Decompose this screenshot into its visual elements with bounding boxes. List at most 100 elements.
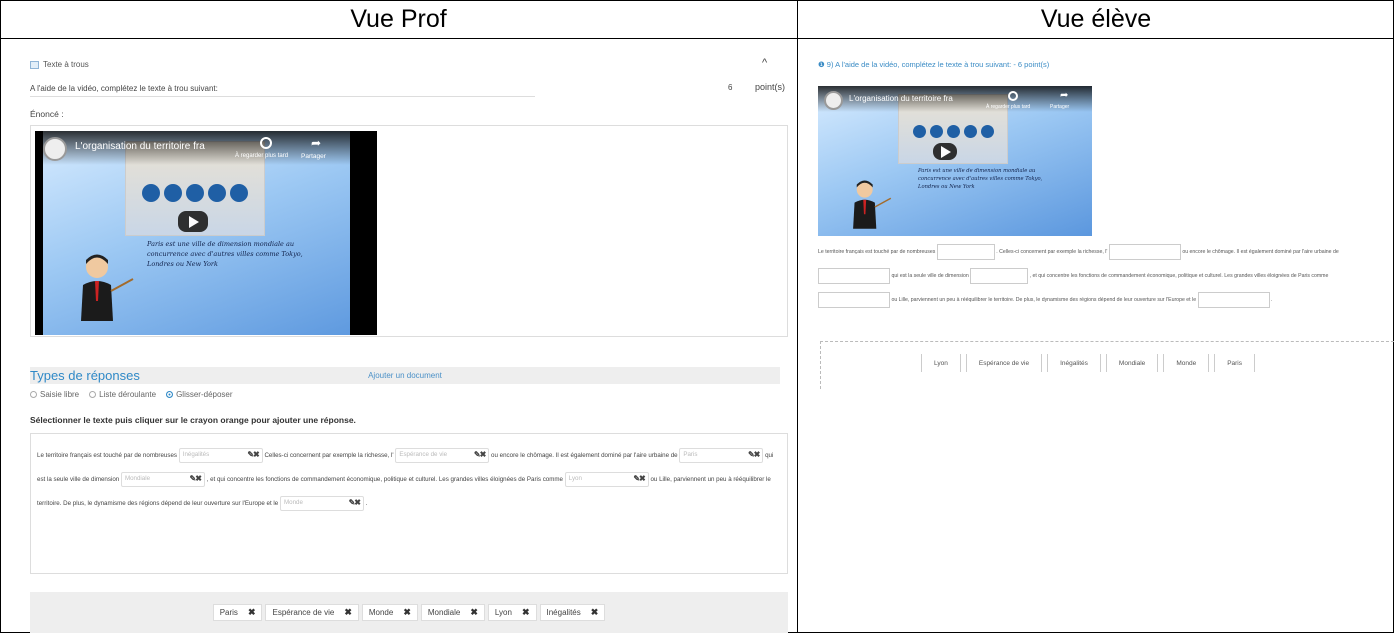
share-label: Partager bbox=[301, 153, 326, 160]
edit-remove-icon[interactable]: ✎✖ bbox=[349, 491, 361, 515]
add-document-button[interactable]: Ajouter un document bbox=[30, 367, 780, 384]
remove-icon[interactable]: ✖ bbox=[248, 607, 256, 618]
answer-bank: Paris ✖ Espérance de vie ✖ Monde ✖ Mondiale… bbox=[30, 592, 788, 633]
enonce-editor[interactable]: L'organisation du territoire franç... À … bbox=[30, 125, 788, 337]
text-segment: Le territoire français est touché par de… bbox=[37, 452, 177, 459]
watch-later-label: À regarder plus tard bbox=[235, 153, 289, 159]
radio-saisie-libre[interactable]: Saisie libre bbox=[30, 390, 79, 399]
play-button[interactable] bbox=[933, 143, 957, 160]
draggable-answer[interactable]: Inégalités bbox=[1047, 354, 1101, 372]
poster-icon bbox=[164, 184, 182, 202]
poster-icon bbox=[912, 125, 926, 138]
answer-chip[interactable]: Lyon ✖ bbox=[487, 604, 537, 621]
remove-icon[interactable]: ✖ bbox=[591, 607, 599, 618]
cloze-text: Le territoire français est touché par de… bbox=[818, 240, 1392, 312]
watch-later-icon[interactable] bbox=[1008, 91, 1018, 101]
poster-icon bbox=[946, 125, 960, 138]
remove-icon[interactable]: ✖ bbox=[403, 607, 411, 618]
radio-dot bbox=[89, 391, 97, 398]
answer-chip[interactable]: Inégalités ✖ bbox=[539, 604, 606, 621]
handwriting-line: Londres ou New York bbox=[147, 260, 218, 268]
share-icon[interactable]: ➦ bbox=[1060, 90, 1068, 101]
text-segment: qui est la seule ville de dimension bbox=[891, 273, 969, 279]
drop-zone[interactable] bbox=[1108, 243, 1181, 260]
draggable-answer[interactable]: Espérance de vie bbox=[965, 354, 1043, 372]
select-hint: Sélectionner le texte puis cliquer sur l… bbox=[30, 415, 356, 425]
draggable-answer[interactable]: Monde bbox=[1163, 354, 1210, 372]
question-title: ❶ 9) A l'aide de la vidéo, complétez le … bbox=[818, 60, 1050, 69]
draggable-answer[interactable]: Paris bbox=[1214, 354, 1255, 372]
gap-value: Mondiale bbox=[124, 475, 151, 483]
drop-zone[interactable] bbox=[970, 267, 1029, 284]
answer-chip[interactable]: Paris ✖ bbox=[212, 604, 263, 621]
cloze-text-editor[interactable]: Le territoire français est touché par de… bbox=[30, 433, 788, 574]
gap-field[interactable]: Paris ✎✖ bbox=[679, 447, 764, 463]
teacher-figure-icon bbox=[81, 254, 134, 321]
poster-icon bbox=[186, 184, 204, 202]
draggable-answer[interactable]: Lyon bbox=[921, 354, 961, 372]
handwriting-line: Paris est une ville de dimension mondial… bbox=[918, 168, 1036, 174]
answer-bank: Lyon Espérance de vie Inégalités Mondial… bbox=[820, 341, 1394, 389]
channel-avatar[interactable] bbox=[824, 91, 843, 110]
drop-zone[interactable] bbox=[936, 243, 995, 260]
consigne-input[interactable]: A l'aide de la vidéo, complétez le texte… bbox=[30, 84, 535, 97]
edit-remove-icon[interactable]: ✎✖ bbox=[748, 443, 760, 467]
radio-label: Saisie libre bbox=[40, 390, 80, 399]
radio-dot bbox=[30, 391, 37, 398]
gap-field[interactable]: Espérance de vie ✎✖ bbox=[395, 447, 490, 463]
text-segment: . bbox=[365, 500, 368, 507]
remove-icon[interactable]: ✖ bbox=[522, 607, 530, 618]
chip-label: Monde bbox=[368, 608, 394, 617]
channel-avatar[interactable] bbox=[43, 137, 67, 161]
answer-chip[interactable]: Monde ✖ bbox=[361, 604, 418, 621]
gap-field[interactable]: Lyon ✎✖ bbox=[564, 471, 649, 487]
draggable-answer[interactable]: Mondiale bbox=[1105, 354, 1159, 372]
video-player[interactable]: L'organisation du territoire franç... À … bbox=[35, 131, 377, 335]
share-label: Partager bbox=[1050, 104, 1070, 110]
poster-icon bbox=[963, 125, 977, 138]
radio-dot-selected bbox=[166, 391, 174, 398]
radio-liste-deroulante[interactable]: Liste déroulante bbox=[89, 390, 156, 399]
edit-remove-icon[interactable]: ✎✖ bbox=[190, 467, 202, 491]
edit-remove-icon[interactable]: ✎✖ bbox=[633, 467, 645, 491]
answer-chip[interactable]: Espérance de vie ✖ bbox=[265, 604, 359, 621]
remove-icon[interactable]: ✖ bbox=[344, 607, 352, 618]
chip-label: Lyon bbox=[494, 608, 512, 617]
poster-icon bbox=[929, 125, 943, 138]
edit-remove-icon[interactable]: ✎✖ bbox=[474, 443, 486, 467]
handwriting-line: concurrence avec d'autres villes comme T… bbox=[147, 250, 303, 258]
points-input[interactable]: 6 bbox=[728, 83, 732, 92]
video-title[interactable]: L'organisation du territoire franç... bbox=[849, 94, 953, 103]
chip-label: Mondiale bbox=[427, 608, 461, 617]
left-column-header: Vue Prof bbox=[350, 4, 447, 33]
gap-field[interactable]: Mondiale ✎✖ bbox=[120, 471, 205, 487]
video-title[interactable]: L'organisation du territoire franç... bbox=[75, 141, 205, 152]
play-button[interactable] bbox=[178, 211, 208, 232]
chip-label: Espérance de vie bbox=[272, 608, 335, 617]
remove-icon[interactable]: ✖ bbox=[470, 607, 478, 618]
gap-value: Lyon bbox=[568, 475, 582, 483]
drop-zone[interactable] bbox=[818, 267, 890, 284]
teacher-figure-icon bbox=[853, 180, 892, 229]
text-segment: Les grandes villes éloignées de Paris co… bbox=[1224, 273, 1329, 279]
video-player[interactable]: L'organisation du territoire franç... À … bbox=[818, 86, 1092, 236]
handwriting-line: concurrence avec d'autres villes comme T… bbox=[918, 176, 1043, 182]
drop-zone[interactable] bbox=[1197, 291, 1270, 308]
enonce-label: Énoncé : bbox=[30, 109, 64, 119]
watch-later-icon[interactable] bbox=[260, 137, 272, 149]
answer-types-title: Types de réponses bbox=[30, 368, 140, 383]
chip-label: Inégalités bbox=[546, 608, 581, 617]
gap-field[interactable]: Monde ✎✖ bbox=[279, 495, 364, 511]
section-header[interactable]: Texte à trous bbox=[30, 60, 89, 69]
text-segment: Celles-ci concernent par exemple la rich… bbox=[264, 452, 394, 459]
gap-field[interactable]: Inégalités ✎✖ bbox=[178, 447, 263, 463]
drop-zone[interactable] bbox=[818, 291, 890, 308]
share-icon[interactable]: ➦ bbox=[311, 136, 321, 150]
collapse-chevron-icon[interactable]: ^ bbox=[762, 57, 767, 69]
answer-chip[interactable]: Mondiale ✖ bbox=[420, 604, 485, 621]
text-segment: , et qui concentre les fonctions de comm… bbox=[1029, 273, 1223, 279]
gap-value: Espérance de vie bbox=[399, 451, 448, 459]
edit-remove-icon[interactable]: ✎✖ bbox=[247, 443, 259, 467]
radio-glisser-deposer[interactable]: Glisser-déposer bbox=[166, 390, 233, 399]
handwriting-line: Londres ou New York bbox=[918, 184, 975, 190]
